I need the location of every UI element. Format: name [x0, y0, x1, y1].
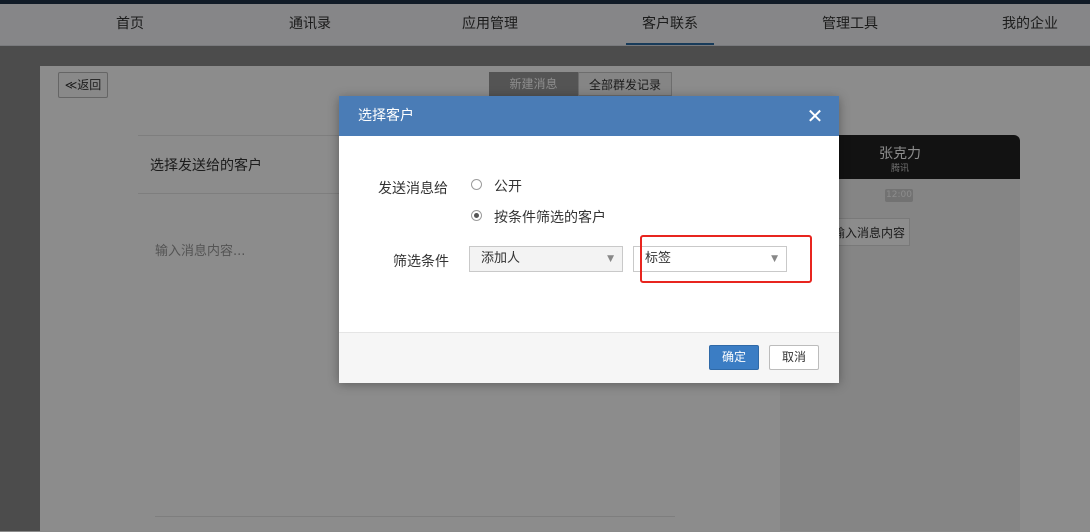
- select-customer-dialog: 选择客户 ✕ 发送消息给 公开 按条件筛选的客户 筛选条件 添加人 ▼ 标签 ▼…: [339, 96, 839, 383]
- cancel-button[interactable]: 取消: [769, 345, 819, 370]
- annotation-highlight-box: [640, 235, 812, 283]
- radio-filtered-customers[interactable]: [471, 210, 482, 221]
- filter-condition-label: 筛选条件: [393, 254, 449, 270]
- adder-select-value: 添加人: [481, 251, 521, 266]
- chevron-down-icon: ▼: [607, 254, 614, 264]
- confirm-button[interactable]: 确定: [709, 345, 759, 370]
- radio-public-label[interactable]: 公开: [494, 176, 522, 196]
- close-icon[interactable]: ✕: [801, 102, 829, 130]
- dialog-header: [339, 96, 839, 136]
- radio-public[interactable]: [471, 179, 482, 190]
- dialog-footer: [339, 332, 839, 383]
- adder-select[interactable]: 添加人 ▼: [469, 246, 623, 272]
- dialog-title: 选择客户: [358, 108, 414, 124]
- send-to-label: 发送消息给: [378, 181, 448, 197]
- radio-filtered-customers-label[interactable]: 按条件筛选的客户: [494, 207, 606, 227]
